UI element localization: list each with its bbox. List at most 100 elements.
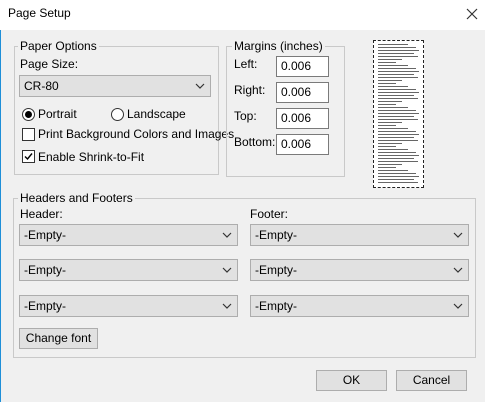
preview-text-line	[378, 107, 408, 108]
preview-text-line	[378, 128, 408, 129]
chevron-down-icon	[451, 225, 465, 245]
footer-select-2[interactable]: -Empty-	[250, 259, 469, 281]
margins-legend: Margins (inches)	[232, 39, 325, 53]
portrait-label[interactable]: Portrait	[38, 107, 77, 121]
header-select-3-value: -Empty-	[24, 299, 66, 313]
close-button[interactable]	[460, 2, 484, 26]
preview-text-line	[378, 173, 416, 174]
close-icon	[466, 8, 478, 20]
preview-text-line	[378, 137, 414, 138]
preview-text-line	[378, 104, 396, 105]
footer-select-3[interactable]: -Empty-	[250, 295, 469, 317]
preview-text-line	[378, 149, 408, 150]
left-margin-label: Left:	[234, 57, 258, 71]
preview-text-line	[378, 47, 416, 48]
checkmark-icon	[24, 153, 33, 161]
window-border	[0, 30, 1, 402]
preview-text-line	[378, 125, 396, 126]
window-title: Page Setup	[8, 6, 71, 20]
page-size-select[interactable]: CR-80	[19, 75, 211, 97]
chevron-down-icon	[451, 296, 465, 316]
chevron-down-icon	[220, 260, 234, 280]
preview-text-line	[378, 143, 402, 144]
preview-text-line	[378, 119, 418, 120]
footer-select-2-value: -Empty-	[255, 263, 297, 277]
preview-text-line	[378, 101, 402, 102]
preview-text-line	[378, 131, 416, 132]
title-bar: Page Setup	[0, 0, 485, 30]
chevron-down-icon	[220, 296, 234, 316]
top-margin-label: Top:	[234, 109, 257, 123]
portrait-radio[interactable]	[22, 108, 35, 121]
header-label: Header:	[20, 207, 63, 221]
preview-text-line	[378, 71, 419, 72]
right-margin-label: Right:	[234, 83, 266, 97]
landscape-radio[interactable]	[111, 108, 124, 121]
preview-text-line	[378, 56, 418, 57]
print-background-label[interactable]: Print Background Colors and Images	[38, 127, 234, 141]
preview-text-line	[378, 113, 419, 114]
preview-text-line	[378, 122, 402, 123]
chevron-down-icon	[220, 225, 234, 245]
preview-text-line	[378, 98, 418, 99]
page-preview	[373, 40, 424, 188]
preview-text-line	[378, 65, 408, 66]
preview-text-line	[378, 50, 419, 51]
bottom-margin-input[interactable]: 0.006	[276, 134, 329, 155]
preview-text-line	[378, 59, 402, 60]
footer-select-3-value: -Empty-	[255, 299, 297, 313]
preview-text-line	[378, 68, 416, 69]
left-margin-input[interactable]: 0.006	[276, 56, 329, 77]
preview-text-line	[378, 146, 396, 147]
preview-text-line	[378, 44, 408, 45]
landscape-label[interactable]: Landscape	[127, 107, 186, 121]
preview-text-line	[378, 170, 408, 171]
preview-text-line	[378, 53, 414, 54]
preview-text-line	[378, 161, 418, 162]
preview-text-line	[378, 77, 418, 78]
chevron-down-icon	[193, 76, 207, 96]
preview-text-line	[378, 164, 402, 165]
header-select-2-value: -Empty-	[24, 263, 66, 277]
change-font-button[interactable]: Change font	[19, 328, 98, 349]
preview-text-line	[378, 134, 419, 135]
page-size-value: CR-80	[24, 79, 59, 93]
preview-text-line	[378, 92, 419, 93]
preview-text-line	[378, 116, 414, 117]
preview-text-line	[378, 155, 419, 156]
cancel-button[interactable]: Cancel	[396, 370, 467, 391]
chevron-down-icon	[451, 260, 465, 280]
footer-label: Footer:	[250, 207, 289, 221]
preview-text-line	[378, 182, 418, 183]
right-margin-input[interactable]: 0.006	[276, 82, 329, 103]
shrink-to-fit-label[interactable]: Enable Shrink-to-Fit	[38, 150, 144, 164]
page-size-label: Page Size:	[20, 57, 79, 71]
preview-text-line	[378, 176, 419, 177]
header-select-2[interactable]: -Empty-	[19, 259, 238, 281]
preview-text-line	[378, 80, 402, 81]
preview-text-line	[378, 179, 414, 180]
paper-options-legend: Paper Options	[18, 39, 99, 53]
headers-footers-legend: Headers and Footers	[18, 191, 135, 205]
bottom-margin-label: Bottom:	[234, 135, 276, 149]
preview-text-line	[378, 140, 418, 141]
page-setup-dialog: Page Setup Paper Options Page Size: CR-8…	[0, 0, 485, 402]
top-margin-input[interactable]: 0.006	[276, 108, 329, 129]
preview-text-line	[378, 167, 396, 168]
header-select-1-value: -Empty-	[24, 228, 66, 242]
preview-text-line	[378, 158, 414, 159]
footer-select-1[interactable]: -Empty-	[250, 224, 469, 246]
preview-text-line	[378, 83, 396, 84]
header-select-1[interactable]: -Empty-	[19, 224, 238, 246]
preview-text-line	[378, 95, 414, 96]
preview-text-line	[378, 110, 416, 111]
preview-text-line	[378, 74, 414, 75]
preview-text-line	[378, 62, 396, 63]
header-select-3[interactable]: -Empty-	[19, 295, 238, 317]
shrink-to-fit-checkbox[interactable]	[22, 150, 35, 163]
ok-button[interactable]: OK	[316, 370, 387, 391]
print-background-checkbox[interactable]	[22, 128, 35, 141]
preview-text-line	[378, 152, 416, 153]
preview-text-line	[378, 89, 416, 90]
footer-select-1-value: -Empty-	[255, 228, 297, 242]
